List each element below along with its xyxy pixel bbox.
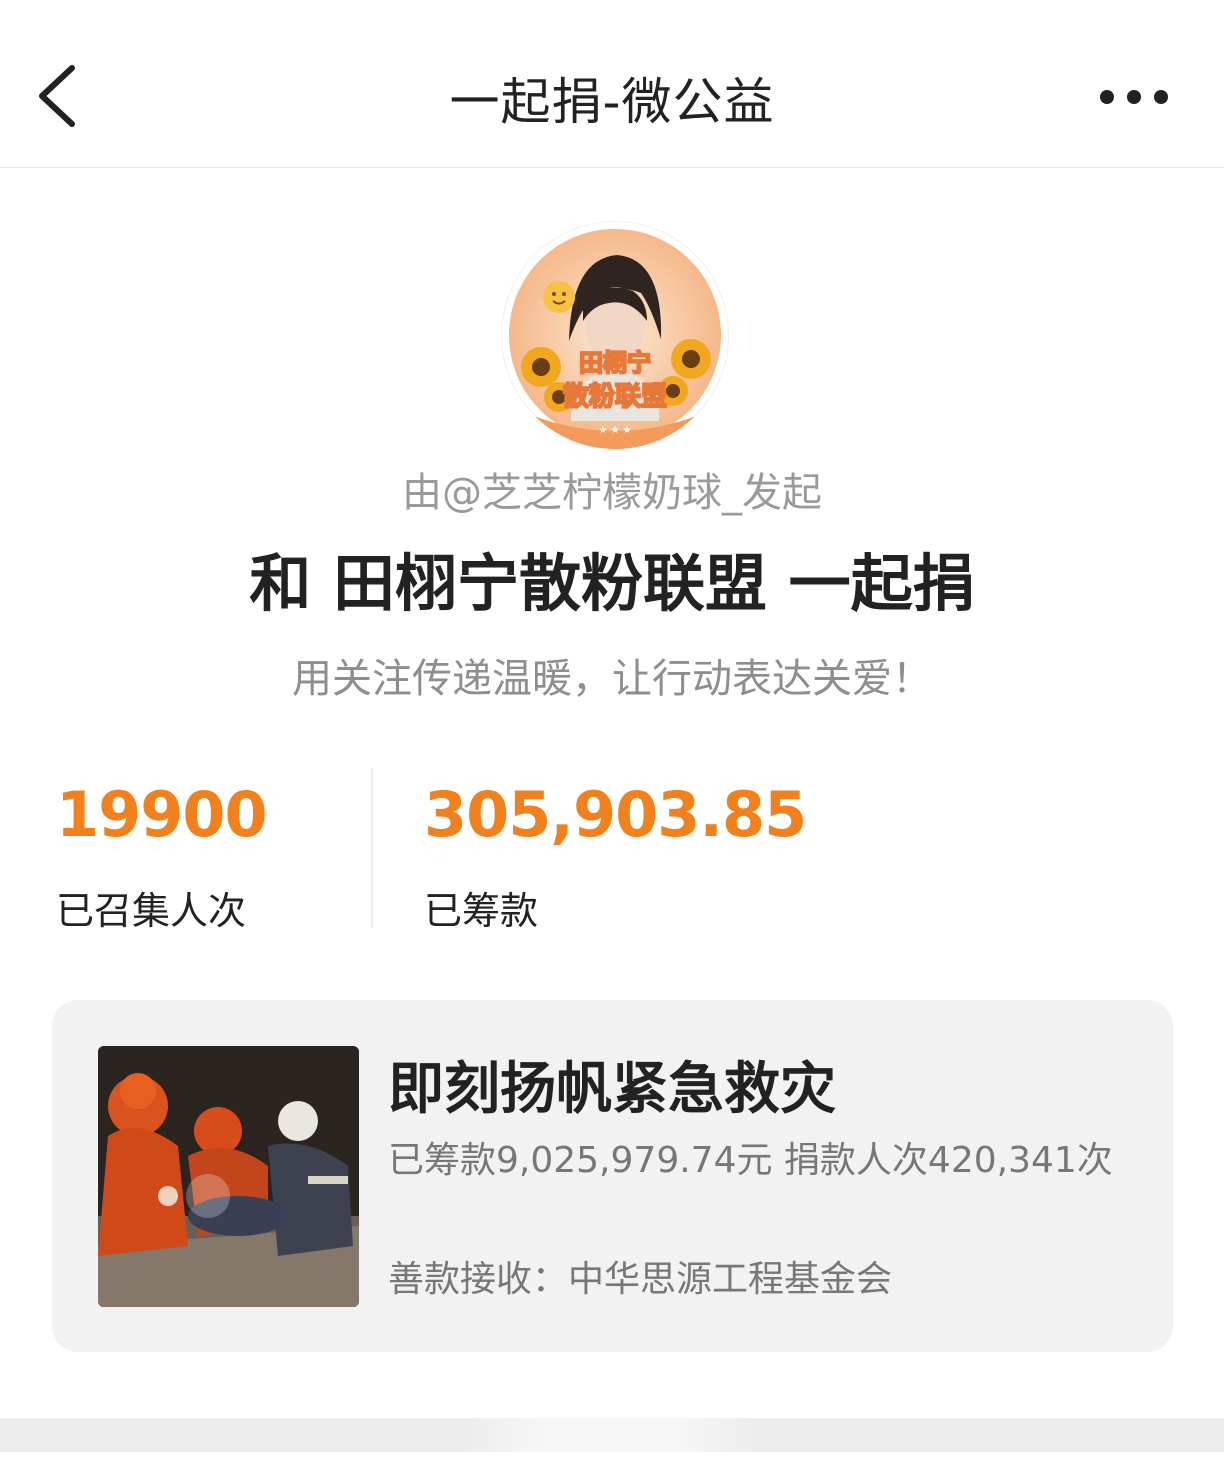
more-button[interactable]	[1090, 80, 1180, 114]
bottom-divider-highlight	[460, 1418, 760, 1452]
project-title: 即刻扬帆紧急救灾	[388, 1057, 836, 1122]
project-thumbnail	[98, 1046, 359, 1307]
project-receiver: 善款接收：中华思源工程基金会	[388, 1259, 893, 1300]
page-title: 一起捐-微公益	[449, 73, 775, 131]
badge-line1: 田栩宁	[579, 349, 651, 377]
stats-divider	[371, 768, 373, 928]
more-horizontal-icon	[1100, 90, 1168, 104]
avatar-image: 田栩宁 散粉联盟 ★ ★ ★	[502, 222, 728, 449]
bottom-divider	[0, 1418, 1224, 1452]
badge-line2: 散粉联盟	[563, 381, 667, 411]
project-card[interactable]: 即刻扬帆紧急救灾 已筹款9,025,979.74元 捐款人次420,341次 善…	[52, 1000, 1173, 1352]
amount-raised-value: 305,903.85	[424, 778, 807, 851]
initiator-text[interactable]: 由@芝芝柠檬奶球_发起	[0, 460, 1224, 518]
campaign-slogan: 用关注传递温暖，让行动表达关爱！	[292, 656, 932, 702]
campaign-headline: 和 田栩宁散粉联盟 一起捐	[249, 547, 975, 620]
people-count-value: 19900	[56, 778, 268, 851]
svg-text:★ ★ ★: ★ ★ ★	[598, 425, 631, 436]
avatar[interactable]: 田栩宁 散粉联盟 ★ ★ ★	[501, 221, 729, 449]
top-bar: 一起捐-微公益	[0, 0, 1224, 168]
project-stats: 已筹款9,025,979.74元 捐款人次420,341次	[388, 1140, 1113, 1181]
amount-raised-label: 已筹款	[424, 889, 539, 933]
people-count-label: 已召集人次	[56, 889, 247, 933]
